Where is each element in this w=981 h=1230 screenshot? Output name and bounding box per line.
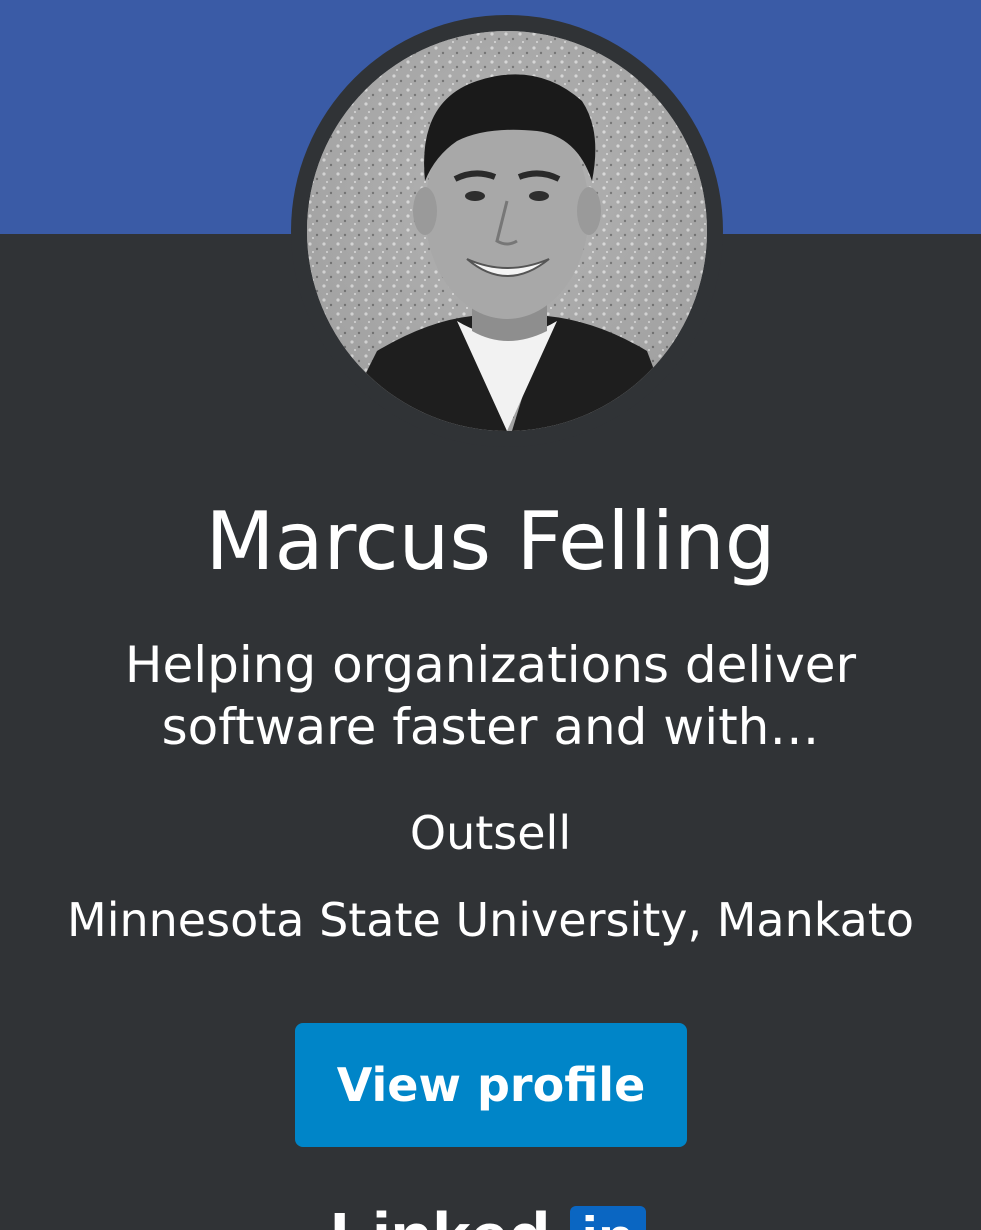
profile-school[interactable]: Minnesota State University, Mankato [0,890,981,950]
view-profile-button[interactable]: View profile [295,1023,687,1147]
linkedin-logo[interactable]: Linked in [320,1198,660,1230]
profile-headline: Helping organizations deliver software f… [124,636,857,756]
profile-name[interactable]: Marcus Felling [0,492,981,592]
linkedin-in-icon: in [570,1206,646,1230]
linkedin-wordmark: Linked [330,1202,551,1230]
avatar[interactable] [307,31,707,431]
profile-company[interactable]: Outsell [0,803,981,863]
avatar-photo [307,31,707,431]
profile-badge: Marcus Felling Helping organizations del… [0,0,981,1230]
